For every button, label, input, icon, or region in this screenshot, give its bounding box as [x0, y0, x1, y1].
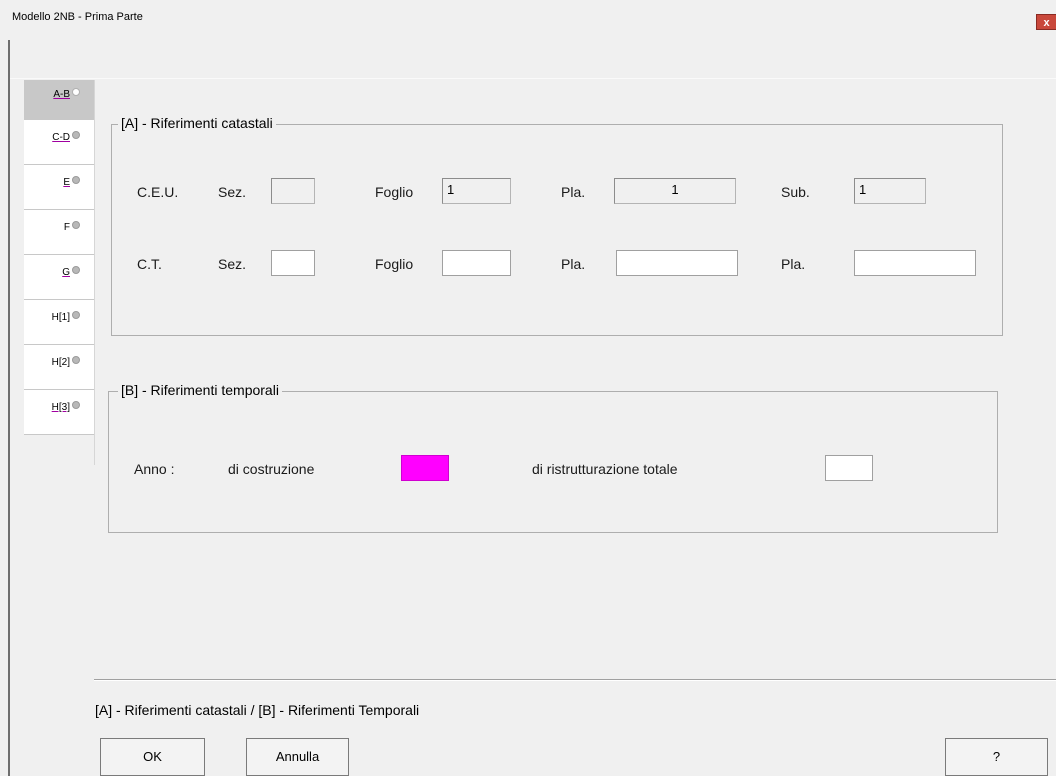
tab-status-dot-icon: [72, 176, 80, 184]
tab-status-dot-icon: [72, 221, 80, 229]
tab-label: E: [63, 177, 70, 188]
costruzione-label: di costruzione: [228, 461, 315, 477]
tab-h3[interactable]: H[3]: [24, 390, 94, 435]
tab-label: H[1]: [51, 312, 70, 323]
tab-h1[interactable]: H[1]: [24, 300, 94, 345]
status-description: [A] - Riferimenti catastali / [B] - Rife…: [95, 702, 420, 718]
ct-foglio-field[interactable]: [442, 250, 511, 276]
ristrutturazione-year-field[interactable]: [825, 455, 873, 481]
ceu-sez-label: Sez.: [218, 184, 247, 200]
ceu-foglio-label: Foglio: [375, 184, 414, 200]
anno-label: Anno :: [134, 461, 175, 477]
ct-pla2-field[interactable]: [854, 250, 976, 276]
tab-g[interactable]: G: [24, 255, 94, 300]
tab-label: G: [62, 267, 70, 278]
ceu-label: C.E.U.: [137, 184, 179, 200]
group-riferimenti-catastali: [A] - Riferimenti catastali: [111, 115, 1003, 336]
window-left-border: [8, 40, 10, 776]
ceu-pla-field[interactable]: 1: [614, 178, 736, 204]
costruzione-year-field[interactable]: [401, 455, 449, 481]
ristrutturazione-label: di ristrutturazione totale: [532, 461, 678, 477]
tab-status-dot-icon: [72, 401, 80, 409]
tab-label: C-D: [52, 132, 70, 143]
tab-c-d[interactable]: C-D: [24, 120, 94, 165]
ok-button[interactable]: OK: [100, 738, 205, 776]
group-legend: [A] - Riferimenti catastali: [118, 115, 276, 131]
tab-a-b[interactable]: A-B: [24, 80, 94, 120]
content-divider: [10, 78, 1056, 79]
tab-status-dot-icon: [72, 88, 80, 96]
ct-sez-label: Sez.: [218, 256, 247, 272]
tab-status-dot-icon: [72, 356, 80, 364]
tab-status-dot-icon: [72, 131, 80, 139]
tab-label: F: [63, 222, 70, 233]
ct-pla2-label: Pla.: [781, 256, 806, 272]
tab-label: H[2]: [51, 357, 70, 368]
group-legend: [B] - Riferimenti temporali: [118, 382, 282, 398]
tab-h2[interactable]: H[2]: [24, 345, 94, 390]
tab-e[interactable]: E: [24, 165, 94, 210]
ceu-sub-field[interactable]: 1: [854, 178, 926, 204]
ct-label: C.T.: [137, 256, 162, 272]
tab-divider: [94, 80, 95, 465]
ct-pla-field[interactable]: [616, 250, 738, 276]
ct-pla-label: Pla.: [561, 256, 586, 272]
ct-foglio-label: Foglio: [375, 256, 414, 272]
window-title: Modello 2NB - Prima Parte: [12, 11, 143, 23]
ceu-sez-field[interactable]: [271, 178, 315, 204]
close-button[interactable]: x: [1036, 14, 1056, 30]
section-tabs: A-B C-D E F G H[1] H[2] H[3]: [24, 80, 94, 435]
tab-status-dot-icon: [72, 311, 80, 319]
footer-divider-highlight: [94, 680, 1056, 681]
tab-label: A-B: [53, 89, 70, 100]
close-icon: x: [1043, 17, 1050, 29]
ceu-pla-label: Pla.: [561, 184, 586, 200]
ceu-foglio-field[interactable]: 1: [442, 178, 511, 204]
cancel-button[interactable]: Annulla: [246, 738, 349, 776]
ct-sez-field[interactable]: [271, 250, 315, 276]
tab-status-dot-icon: [72, 266, 80, 274]
tab-label: H[3]: [51, 402, 70, 413]
help-button[interactable]: ?: [945, 738, 1048, 776]
title-bar: Modello 2NB - Prima Parte x: [0, 0, 1056, 40]
tab-f[interactable]: F: [24, 210, 94, 255]
ceu-sub-label: Sub.: [781, 184, 810, 200]
